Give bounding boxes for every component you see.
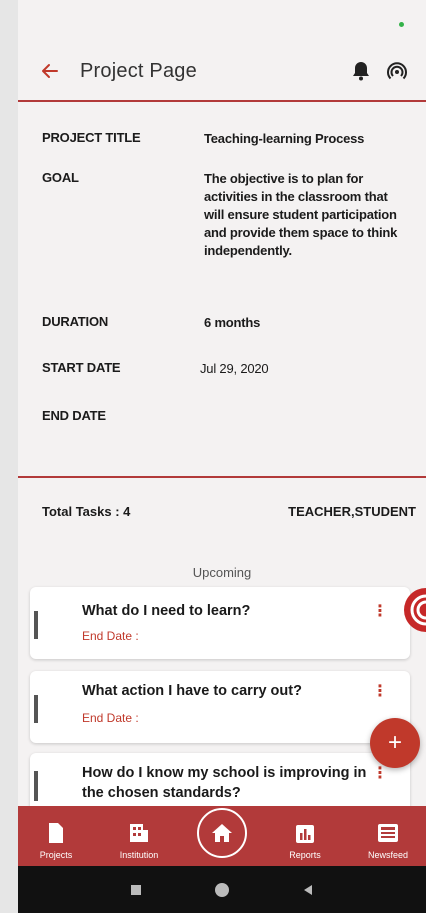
add-task-button[interactable]: + [370, 718, 420, 768]
task-question: How do I know my school is improving in … [82, 765, 367, 801]
task-question: What action I have to carry out? [82, 683, 302, 699]
nav-newsfeed[interactable]: Newsfeed [350, 820, 426, 860]
start-date-row: START DATE Jul 29, 2020 [42, 360, 400, 378]
task-roles: TEACHER,STUDENT [288, 504, 416, 519]
nav-projects-label: Projects [39, 850, 73, 860]
task-card-accent [34, 695, 38, 723]
upcoming-section-title: Upcoming [192, 565, 252, 580]
tasks-header: Total Tasks : 4 TEACHER,STUDENT [18, 478, 426, 519]
end-date-label: END DATE [42, 408, 106, 423]
goal-label: GOAL [42, 170, 79, 185]
project-title-value: Teaching-learning Process [204, 131, 365, 146]
task-card[interactable]: How do I know my school is improving in … [30, 753, 410, 813]
nav-home[interactable] [184, 808, 260, 860]
broadcast-icon [387, 62, 407, 80]
back-triangle-icon[interactable] [302, 884, 314, 896]
document-icon [49, 823, 63, 843]
nav-reports[interactable]: Reports [267, 820, 343, 860]
newspaper-icon [378, 824, 398, 842]
more-vert-icon[interactable]: ⋮ [372, 681, 388, 701]
start-date-value: Jul 29, 2020 [200, 361, 269, 376]
system-navigation-bar [18, 866, 426, 913]
arrow-left-icon [42, 64, 58, 78]
building-icon [130, 824, 148, 842]
more-vert-icon[interactable]: ⋮ [372, 601, 388, 621]
project-info: PROJECT TITLE Teaching-learning Process … [18, 102, 426, 478]
app-bar: Project Page [18, 42, 426, 102]
goal-row: GOAL The objective is to plan for activi… [42, 170, 426, 260]
phone-screen: Project Page PROJECT TITLE Teaching-lear… [18, 0, 426, 913]
status-indicator-dot [399, 22, 404, 27]
status-bar [18, 0, 426, 42]
task-card[interactable]: What do I need to learn? End Date : ⋮ [30, 587, 410, 659]
project-title-label: PROJECT TITLE [42, 130, 141, 145]
duration-label: DURATION [42, 314, 109, 329]
bottom-navigation: Projects Institution Reports Newsfeed [18, 806, 426, 866]
total-tasks: Total Tasks : 4 [42, 504, 131, 519]
project-title-row: PROJECT TITLE Teaching-learning Process [42, 130, 426, 148]
nav-institution-label: Institution [119, 850, 159, 860]
task-card[interactable]: What action I have to carry out? End Dat… [30, 671, 410, 743]
bell-icon [353, 62, 369, 81]
bar-chart-icon [296, 825, 314, 843]
task-card-accent [34, 611, 38, 639]
page-title: Project Page [80, 59, 197, 82]
duration-row: DURATION 6 months [42, 314, 404, 332]
duration-value: 6 months [204, 315, 261, 330]
notifications-button[interactable] [348, 58, 374, 84]
recents-icon[interactable] [130, 884, 142, 896]
appbar-actions [348, 58, 410, 84]
back-button[interactable] [30, 51, 70, 91]
nav-reports-label: Reports [289, 850, 321, 860]
home-icon [212, 824, 232, 842]
home-circle-icon[interactable] [214, 882, 230, 898]
task-question: What do I need to learn? [82, 603, 251, 619]
nav-projects[interactable]: Projects [18, 820, 94, 860]
end-date-row: END DATE [42, 408, 404, 423]
goal-value: The objective is to plan for activities … [204, 171, 398, 258]
nav-institution[interactable]: Institution [101, 820, 177, 860]
task-end-date: End Date : [82, 711, 139, 725]
start-date-label: START DATE [42, 360, 121, 375]
task-end-date: End Date : [82, 629, 139, 643]
end-date-value [204, 408, 404, 423]
nav-newsfeed-label: Newsfeed [367, 850, 409, 860]
task-card-accent [34, 771, 38, 801]
target-icon [410, 594, 426, 626]
broadcast-button[interactable] [384, 58, 410, 84]
